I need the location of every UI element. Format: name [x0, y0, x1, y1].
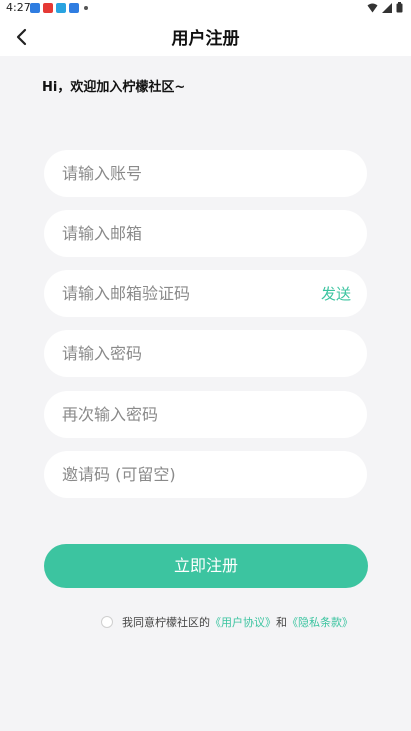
email-field [44, 210, 367, 257]
status-time: 4:27 [6, 1, 31, 14]
user-agreement-link[interactable]: 《用户协议》 [210, 614, 276, 630]
app-notification-icon [30, 3, 40, 13]
agreement-and: 和 [276, 616, 287, 629]
password-input[interactable] [62, 330, 302, 377]
status-indicators [367, 2, 403, 13]
wifi-icon [367, 3, 378, 12]
register-button[interactable]: 立即注册 [44, 544, 368, 588]
battery-icon [396, 2, 403, 13]
register-screen: 4:27 用户注册 Hi，欢迎加入柠檬社区~ 请输入账号 请输入邮箱 请输入邮箱… [0, 0, 411, 731]
more-notifications-icon [84, 6, 88, 10]
agreement-row: 我同意柠檬社区的 《用户协议》 和 《隐私条款》 [101, 614, 353, 630]
invite-code-input[interactable] [62, 451, 302, 498]
email-code-input[interactable] [62, 270, 302, 317]
email-input[interactable] [62, 210, 302, 257]
privacy-policy-link[interactable]: 《隐私条款》 [287, 614, 353, 630]
signal-icon [382, 2, 392, 13]
send-code-button[interactable]: 发送 [321, 283, 351, 304]
app-notification-icon [69, 3, 79, 13]
status-bar: 4:27 [0, 0, 411, 16]
notification-icons [30, 3, 88, 13]
header-bar: 用户注册 [0, 16, 411, 56]
confirm-password-field [44, 391, 367, 438]
account-field [44, 150, 367, 197]
confirm-password-input[interactable] [62, 391, 302, 438]
agreement-prefix: 我同意柠檬社区的 [122, 616, 210, 629]
welcome-text: Hi，欢迎加入柠檬社区~ [42, 80, 186, 95]
email-code-field: 发送 [44, 270, 367, 317]
page-title: 用户注册 [171, 29, 240, 49]
invite-code-field [44, 451, 367, 498]
account-input[interactable] [62, 150, 302, 197]
app-notification-icon [56, 3, 66, 13]
app-notification-icon [43, 3, 53, 13]
agree-checkbox[interactable] [101, 616, 113, 628]
password-field [44, 330, 367, 377]
